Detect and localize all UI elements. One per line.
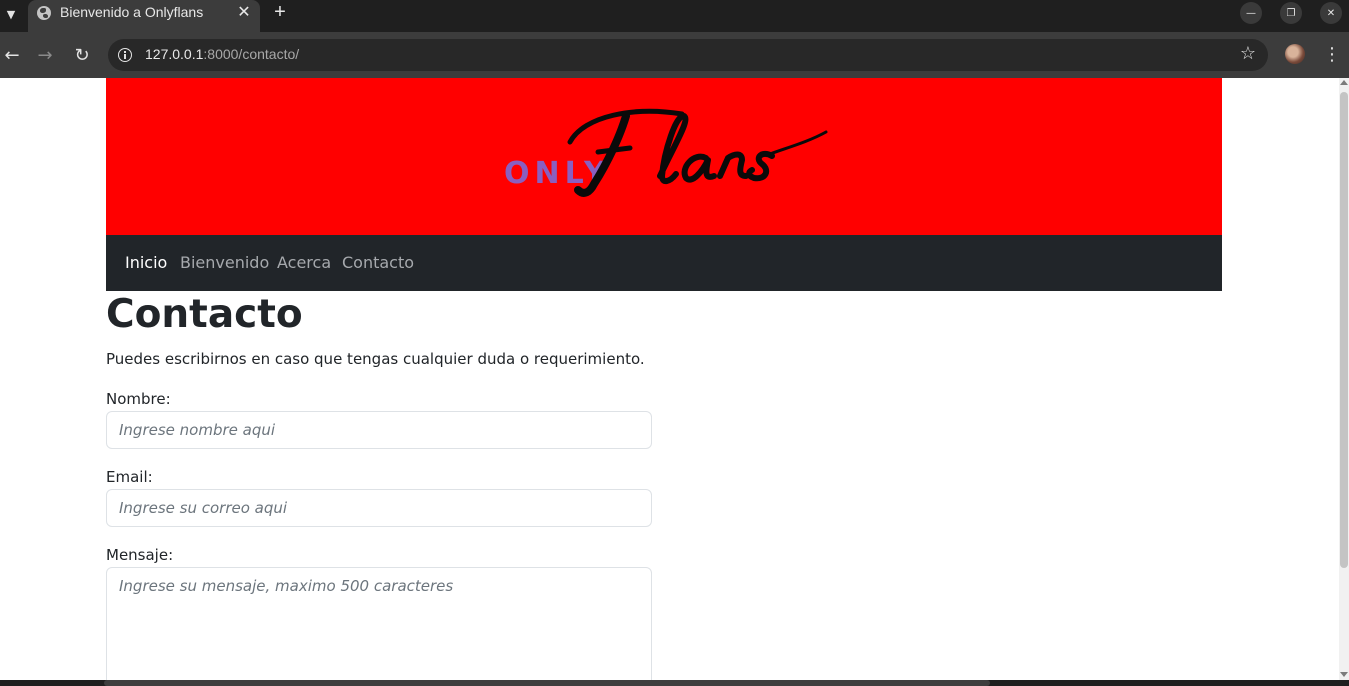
site-banner: ONLY: [106, 78, 1222, 235]
back-arrow-icon[interactable]: ←: [0, 43, 24, 67]
tab-title: Bienvenido a Onlyflans: [60, 4, 204, 20]
bookmark-star-icon[interactable]: ☆: [1236, 42, 1260, 66]
logo-flans-script: [567, 108, 828, 197]
nav-link-acerca[interactable]: Acerca: [277, 253, 331, 272]
nav-link-inicio[interactable]: Inicio: [125, 253, 167, 272]
scroll-down-arrow-icon[interactable]: [1340, 672, 1348, 677]
address-bar[interactable]: 127.0.0.1:8000/contacto/ ☆: [108, 39, 1268, 71]
page-title: Contacto: [106, 292, 303, 337]
name-input[interactable]: [106, 411, 652, 449]
profile-avatar[interactable]: [1285, 44, 1305, 64]
reload-icon[interactable]: ↻: [70, 43, 94, 67]
main-navbar: Inicio Bienvenido Acerca Contacto: [106, 235, 1222, 291]
scroll-up-arrow-icon[interactable]: [1340, 80, 1348, 85]
url-host: 127.0.0.1: [145, 46, 204, 62]
browser-tab-bar: ▼ Bienvenido a Onlyflans ✕ + — ❐ ✕: [0, 0, 1349, 32]
page-intro: Puedes escribirnos en caso que tengas cu…: [106, 350, 645, 368]
restore-icon[interactable]: ❐: [1280, 2, 1302, 24]
url-text[interactable]: 127.0.0.1:8000/contacto/: [145, 46, 299, 62]
name-label: Nombre:: [106, 390, 171, 408]
email-label: Email:: [106, 468, 153, 486]
menu-kebab-icon[interactable]: ⋮: [1320, 43, 1344, 67]
minimize-icon[interactable]: —: [1240, 2, 1262, 24]
nav-link-contacto[interactable]: Contacto: [342, 253, 414, 272]
email-input[interactable]: [106, 489, 652, 527]
site-info-icon[interactable]: [118, 48, 132, 62]
tab-search-chevron-icon[interactable]: ▼: [0, 2, 22, 26]
horizontal-scrollbar-thumb[interactable]: [104, 680, 990, 686]
message-textarea[interactable]: [106, 567, 652, 680]
message-label: Mensaje:: [106, 546, 174, 564]
site-logo[interactable]: ONLY: [504, 98, 834, 198]
close-tab-icon[interactable]: ✕: [235, 3, 253, 21]
scrollbar-thumb[interactable]: [1340, 92, 1348, 568]
globe-icon: [37, 6, 51, 20]
new-tab-icon[interactable]: +: [268, 1, 292, 23]
url-path: :8000/contacto/: [203, 46, 300, 62]
horizontal-scrollbar[interactable]: [0, 680, 1349, 686]
browser-tab[interactable]: Bienvenido a Onlyflans ✕: [28, 0, 260, 32]
forward-arrow-icon[interactable]: →: [33, 43, 57, 67]
page-content: ONLY Inicio Bienvenido Acerca Contacto C…: [0, 78, 1339, 680]
nav-link-bienvenido[interactable]: Bienvenido: [180, 253, 269, 272]
vertical-scrollbar[interactable]: [1339, 78, 1349, 680]
close-window-icon[interactable]: ✕: [1320, 2, 1342, 24]
browser-toolbar: ← → ↻ 127.0.0.1:8000/contacto/ ☆ ⋮: [0, 32, 1349, 78]
